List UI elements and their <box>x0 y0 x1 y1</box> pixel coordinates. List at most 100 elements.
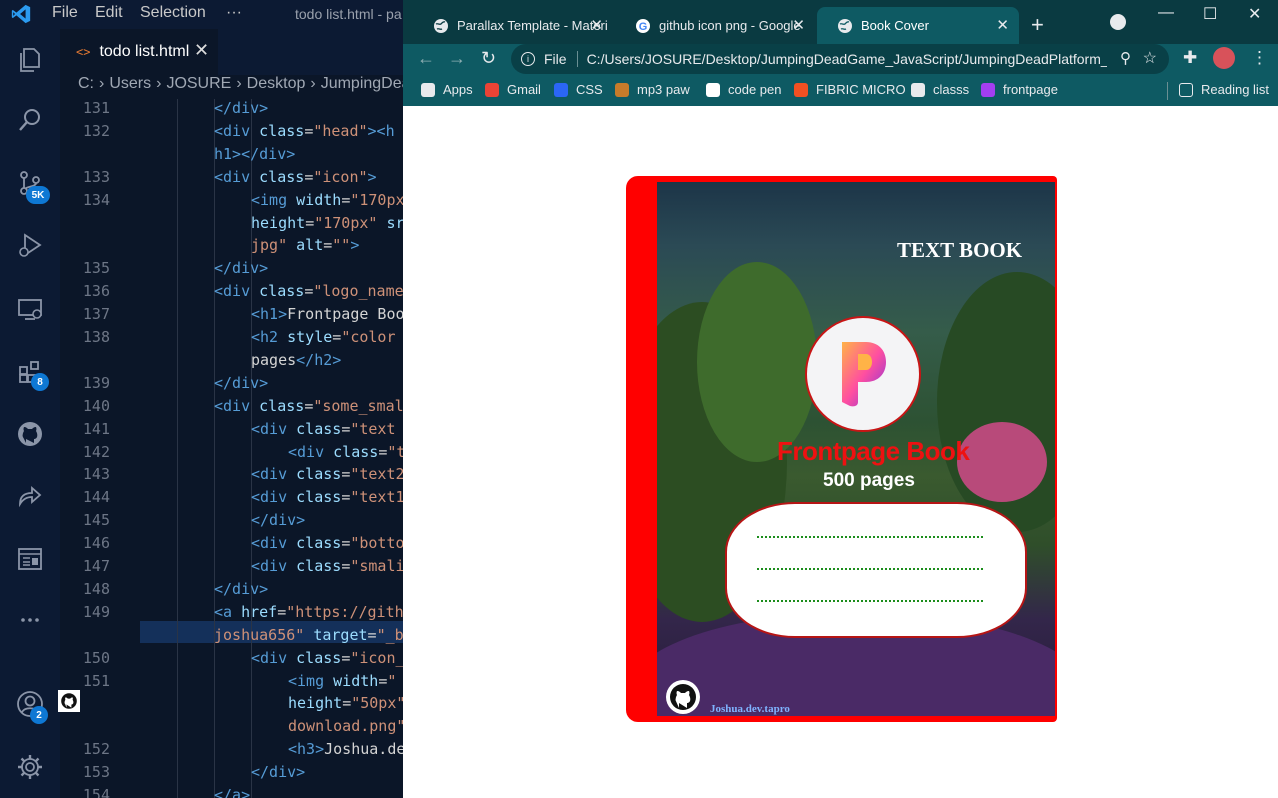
tab-parallax-template[interactable]: Parallax Template - Materi ✕ <box>413 7 613 44</box>
menu-more[interactable]: ··· <box>226 4 242 22</box>
code-token: > <box>350 236 360 255</box>
back-button[interactable]: ← <box>417 48 435 69</box>
code-token: class <box>333 442 379 461</box>
close-tab-icon[interactable]: ✕ <box>996 16 1009 34</box>
bookmark-apps[interactable]: Apps <box>421 82 473 97</box>
bookmark-code-pen[interactable]: code pen <box>706 82 782 97</box>
author-link[interactable]: Joshua.dev.tapro <box>710 703 790 715</box>
vscode-logo-icon <box>11 4 31 24</box>
extensions-puzzle-icon[interactable]: ✚ <box>1183 48 1197 68</box>
more-views-icon[interactable] <box>0 596 60 644</box>
tab-todo-list[interactable]: <> todo list.html ✕ <box>60 29 218 75</box>
run-debug-icon[interactable] <box>0 221 60 269</box>
live-share-icon[interactable] <box>0 473 60 521</box>
code-editor[interactable]: 131 132 133 134 135 136 137 138 139 140 141 142 143 1… <box>60 99 405 798</box>
breadcrumb-separator: › <box>236 75 242 92</box>
bookmark-label: classs <box>933 82 970 97</box>
code-token: = <box>305 213 315 232</box>
tab-search-icon[interactable] <box>1110 14 1126 30</box>
tab-title: Parallax Template - Materi <box>457 18 608 33</box>
code-token: Frontpage Boo <box>287 305 405 324</box>
tab-close-icon[interactable]: ✕ <box>194 40 209 61</box>
url-text[interactable]: C:/Users/JOSURE/Desktop/JumpingDeadGame_… <box>587 51 1107 67</box>
forward-button[interactable]: → <box>448 48 466 69</box>
tab-github-icon-search[interactable]: G github icon png - Google ✕ <box>615 7 815 44</box>
code-line: <div class="head"><h <box>214 122 395 140</box>
bookmark-label: CSS <box>576 82 603 97</box>
extensions-icon[interactable] <box>0 348 60 396</box>
menu-edit[interactable]: Edit <box>95 4 123 22</box>
bookmark-star-icon[interactable]: ☆ <box>1143 48 1157 68</box>
code-token: width <box>333 671 379 690</box>
profile-avatar[interactable] <box>1213 47 1235 69</box>
github-link-icon[interactable] <box>666 680 700 714</box>
code-token: jpg" <box>251 236 297 255</box>
address-bar[interactable]: i File C:/Users/JOSURE/Desktop/JumpingDe… <box>511 44 1169 74</box>
line-number: 140 <box>82 396 110 415</box>
microsoft-icon <box>794 82 808 97</box>
code-line: <h1>Frontpage Boo <box>251 305 405 323</box>
breadcrumb-segment[interactable]: Desktop <box>247 75 306 92</box>
chrome-menu-icon[interactable]: ⋮ <box>1251 48 1268 68</box>
code-line: <h2 style="color <box>251 328 396 346</box>
minimize-button[interactable]: — <box>1158 4 1174 22</box>
tab-book-cover[interactable]: Book Cover ✕ <box>817 7 1019 44</box>
maximize-button[interactable]: ☐ <box>1203 4 1217 24</box>
remote-explorer-icon[interactable] <box>0 285 60 333</box>
reading-list-button[interactable]: Reading list <box>1179 82 1269 97</box>
breadcrumb-segment[interactable]: JumpingDeadG <box>321 75 405 92</box>
line-number: 151 <box>82 671 110 690</box>
code-line: height="170px" sr <box>251 214 405 232</box>
bookmark-css[interactable]: CSS <box>554 82 603 97</box>
breadcrumb-segment[interactable]: JOSURE <box>166 75 231 92</box>
menu-file[interactable]: File <box>52 4 78 22</box>
code-token: <div <box>251 648 297 667</box>
code-token: <img <box>251 190 297 209</box>
code-token: = <box>378 442 388 461</box>
writing-line <box>757 536 983 538</box>
bookmark-gmail[interactable]: Gmail <box>485 82 541 97</box>
code-token: <div <box>251 465 297 484</box>
line-number: 150 <box>82 648 110 667</box>
chrome-tabstrip: Parallax Template - Materi ✕ G github ic… <box>403 0 1278 44</box>
code-token: = <box>304 396 314 415</box>
bookmark-frontpage[interactable]: frontpage <box>981 82 1058 97</box>
breadcrumb-segment[interactable]: C: <box>78 75 94 92</box>
window-close-button[interactable]: ✕ <box>1248 4 1261 24</box>
line-number: 147 <box>82 557 110 575</box>
explorer-icon[interactable] <box>0 36 60 84</box>
bookmark-mp3-paw[interactable]: mp3 paw <box>615 82 690 97</box>
browser-preview-icon[interactable] <box>0 535 60 583</box>
bookmark-classs[interactable]: classs <box>911 82 969 97</box>
code-token: class <box>296 557 342 575</box>
close-tab-icon[interactable]: ✕ <box>590 16 603 34</box>
settings-gear-icon[interactable] <box>0 743 60 791</box>
code-token: style <box>287 328 333 346</box>
globe-icon <box>434 18 448 33</box>
code-token: </div> <box>214 373 269 392</box>
globe-icon <box>911 82 925 97</box>
close-tab-icon[interactable]: ✕ <box>792 16 805 34</box>
breadcrumb-segment[interactable]: Users <box>109 75 151 92</box>
zoom-icon[interactable]: ⚲ <box>1120 49 1131 67</box>
new-tab-button[interactable]: + <box>1031 12 1044 38</box>
chrome-toolbar: ← → ↻ i File C:/Users/JOSURE/Desktop/Jum… <box>403 44 1278 74</box>
reload-button[interactable]: ↻ <box>481 48 496 69</box>
code-token: class <box>296 648 342 667</box>
code-token: class <box>259 282 305 301</box>
apps-grid-icon <box>421 82 435 97</box>
accounts-icon[interactable] <box>0 680 60 728</box>
code-token: <div <box>214 167 260 186</box>
search-icon[interactable] <box>0 96 60 144</box>
code-line: </a> <box>214 786 250 798</box>
code-token: "https://gith <box>286 602 404 621</box>
code-token: pages <box>251 350 297 369</box>
github-icon[interactable] <box>0 410 60 458</box>
code-line: </div> <box>251 511 305 529</box>
breadcrumb-separator: › <box>310 75 316 92</box>
code-token: "logo_name <box>313 282 404 301</box>
code-token: <div <box>288 442 334 461</box>
menu-selection[interactable]: Selection <box>140 4 206 22</box>
site-info-icon[interactable]: i <box>521 52 535 66</box>
bookmark-fibric-micro[interactable]: FIBRIC MICRO <box>794 82 906 97</box>
